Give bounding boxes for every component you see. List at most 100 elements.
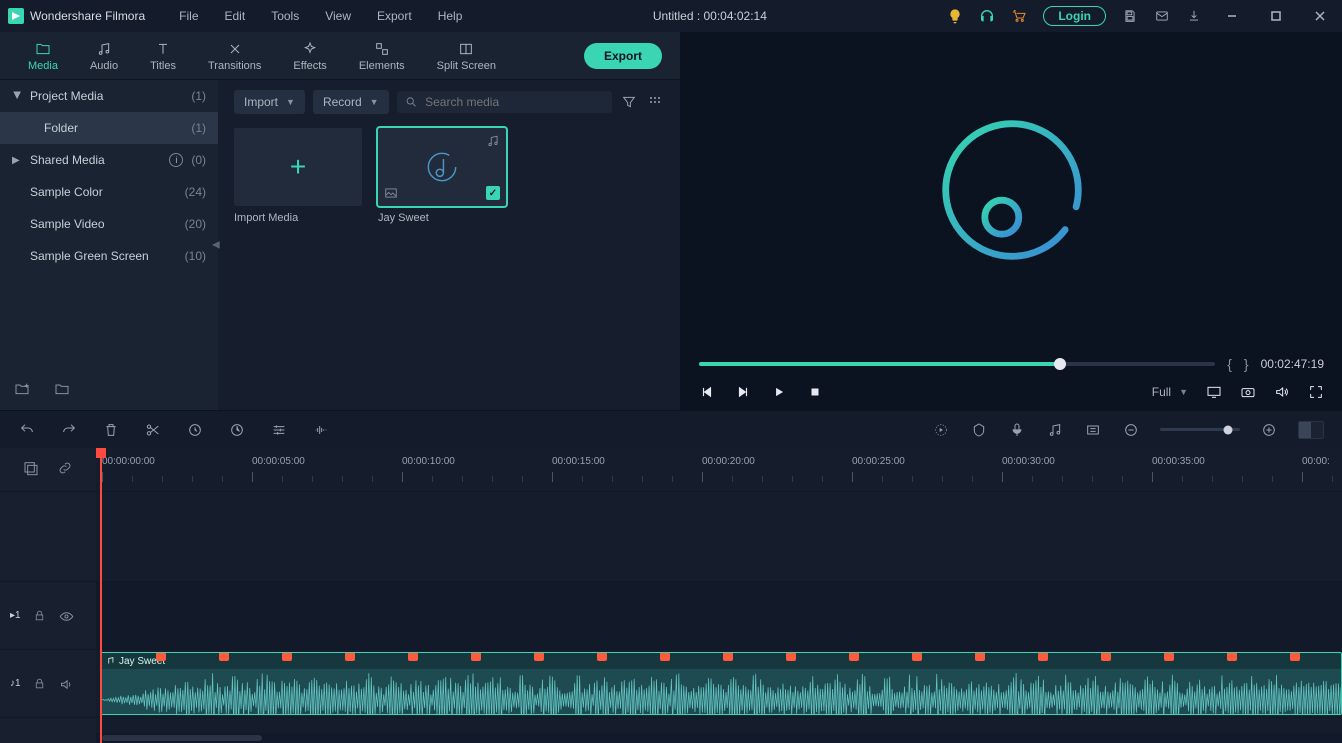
display-icon[interactable] <box>1206 384 1222 400</box>
save-icon[interactable] <box>1122 8 1138 24</box>
media-clip-jay-sweet[interactable]: ✓ Jay Sweet <box>378 128 506 224</box>
fit-icon[interactable] <box>1084 421 1102 439</box>
cart-icon[interactable] <box>1011 8 1027 24</box>
crop-icon[interactable] <box>186 421 204 439</box>
voiceover-icon[interactable] <box>1008 421 1026 439</box>
video-track-1-header[interactable]: ▸1 <box>0 582 96 650</box>
preview-canvas[interactable] <box>681 32 1342 350</box>
audio-wave-icon[interactable] <box>312 421 330 439</box>
menu-view[interactable]: View <box>315 9 361 23</box>
folder-icon[interactable] <box>54 381 70 400</box>
eye-icon[interactable] <box>59 609 73 623</box>
tab-elements[interactable]: Elements <box>343 36 421 76</box>
menu-help[interactable]: Help <box>428 9 473 23</box>
timeline-toolbar <box>0 410 1342 448</box>
tree-sample-color[interactable]: Sample Color (24) <box>0 176 218 208</box>
waveform <box>101 669 1341 715</box>
snapshot-icon[interactable] <box>1240 384 1256 400</box>
audio-track-1-header[interactable]: ♪1 <box>0 650 96 718</box>
maximize-button[interactable] <box>1262 2 1290 30</box>
zoom-slider[interactable] <box>1160 428 1240 431</box>
export-button[interactable]: Export <box>584 43 662 69</box>
info-icon[interactable]: i <box>169 153 183 167</box>
close-button[interactable] <box>1306 2 1334 30</box>
import-media-tile[interactable]: + Import Media <box>234 128 362 224</box>
video-track-1[interactable] <box>96 582 1342 650</box>
collapse-sidebar-handle[interactable]: ◀ <box>212 240 220 251</box>
timeline: ▸1 ♪1 00:00:00:0000:00:05:0000:00:10:000… <box>0 448 1342 743</box>
grid-view-icon[interactable] <box>646 93 664 111</box>
search-icon <box>405 95 418 109</box>
speaker-icon[interactable] <box>59 677 73 691</box>
menu-file[interactable]: File <box>169 9 208 23</box>
tree-project-media[interactable]: ▶ Project Media (1) <box>0 80 218 112</box>
filter-icon[interactable] <box>620 93 638 111</box>
track-manager-icon[interactable] <box>23 460 39 479</box>
new-folder-icon[interactable] <box>14 381 30 400</box>
tab-effects[interactable]: Effects <box>277 36 342 76</box>
tree-sample-video[interactable]: Sample Video (20) <box>0 208 218 240</box>
redo-icon[interactable] <box>60 421 78 439</box>
preview-scrubber[interactable] <box>699 362 1215 366</box>
link-icon[interactable] <box>57 460 73 479</box>
tab-split-screen[interactable]: Split Screen <box>421 36 512 76</box>
search-box[interactable] <box>397 91 612 113</box>
lock-icon[interactable] <box>33 609 47 623</box>
playhead[interactable] <box>100 448 102 743</box>
prev-frame-button[interactable] <box>699 384 715 400</box>
zoom-in-icon[interactable] <box>1260 421 1278 439</box>
tab-titles[interactable]: Titles <box>134 36 192 76</box>
zoom-out-icon[interactable] <box>1122 421 1140 439</box>
volume-icon[interactable] <box>1274 384 1290 400</box>
minimize-button[interactable] <box>1218 2 1246 30</box>
login-button[interactable]: Login <box>1043 6 1106 26</box>
menu-export[interactable]: Export <box>367 9 422 23</box>
tracks-area[interactable]: 00:00:00:0000:00:05:0000:00:10:0000:00:1… <box>96 448 1342 743</box>
quality-select[interactable]: Full ▼ <box>1152 385 1188 399</box>
titlebar: Wondershare Filmora File Edit Tools View… <box>0 0 1342 32</box>
tab-audio[interactable]: Audio <box>74 36 134 76</box>
headphones-icon[interactable] <box>979 8 995 24</box>
import-dropdown[interactable]: Import▼ <box>234 90 305 114</box>
app-logo <box>8 8 24 24</box>
audio-track-1[interactable]: Jay Sweet <box>96 650 1342 718</box>
adjust-icon[interactable] <box>270 421 288 439</box>
preview-panel: { } 00:02:47:19 Full ▼ <box>680 32 1342 410</box>
tab-media[interactable]: Media <box>12 36 74 76</box>
audio-clip-jay-sweet[interactable]: Jay Sweet <box>100 652 1342 715</box>
tab-transitions[interactable]: Transitions <box>192 36 277 76</box>
menu-edit[interactable]: Edit <box>215 9 256 23</box>
lightbulb-icon[interactable] <box>947 8 963 24</box>
plus-icon: + <box>290 151 306 183</box>
split-icon <box>457 40 475 58</box>
time-ruler[interactable]: 00:00:00:0000:00:05:0000:00:10:0000:00:1… <box>96 448 1342 492</box>
record-dropdown[interactable]: Record▼ <box>313 90 389 114</box>
tree-shared-media[interactable]: ▶ Shared Media i (0) <box>0 144 218 176</box>
timeline-hscroll[interactable] <box>96 733 1342 743</box>
next-frame-button[interactable] <box>735 384 751 400</box>
tree-sample-green[interactable]: Sample Green Screen (10) <box>0 240 218 272</box>
mark-in-button[interactable]: { <box>1227 356 1232 372</box>
mixer-icon[interactable] <box>1046 421 1064 439</box>
speed-icon[interactable] <box>228 421 246 439</box>
preview-timecode: 00:02:47:19 <box>1261 357 1324 371</box>
image-badge-icon <box>384 186 398 200</box>
search-input[interactable] <box>425 95 604 109</box>
split-icon[interactable] <box>144 421 162 439</box>
download-icon[interactable] <box>1186 8 1202 24</box>
render-icon[interactable] <box>932 421 950 439</box>
mail-icon[interactable] <box>1154 8 1170 24</box>
menu-tools[interactable]: Tools <box>261 9 309 23</box>
undo-icon[interactable] <box>18 421 36 439</box>
fullscreen-icon[interactable] <box>1308 384 1324 400</box>
play-button[interactable] <box>771 384 787 400</box>
marker-icon[interactable] <box>970 421 988 439</box>
lock-icon[interactable] <box>33 677 47 691</box>
music-note-icon <box>424 149 460 185</box>
tree-folder[interactable]: Folder (1) <box>0 112 218 144</box>
delete-icon[interactable] <box>102 421 120 439</box>
layout-toggle[interactable] <box>1298 421 1324 439</box>
stop-button[interactable] <box>807 384 823 400</box>
audio-badge-icon <box>486 134 500 148</box>
mark-out-button[interactable]: } <box>1244 356 1249 372</box>
